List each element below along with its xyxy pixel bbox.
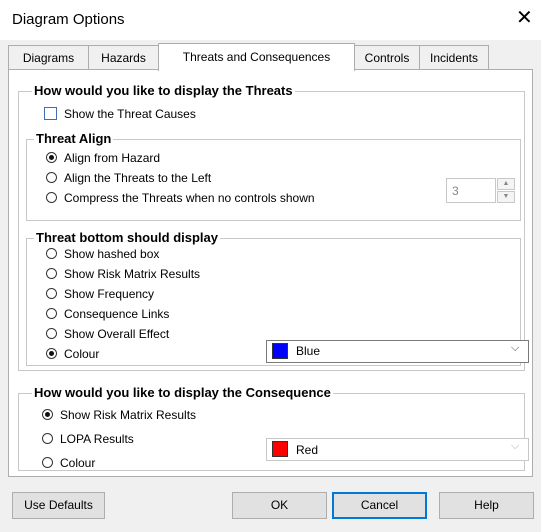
consequence-colour-label: Colour	[60, 456, 96, 470]
threat-colour-value: Blue	[296, 344, 321, 358]
blue-swatch	[272, 343, 288, 359]
show-threat-causes-checkbox[interactable]	[44, 107, 57, 120]
show-frequency-label: Show Frequency	[64, 287, 155, 301]
show-risk-matrix-results-label: Show Risk Matrix Results	[64, 267, 201, 281]
tab-diagrams[interactable]: Diagrams	[8, 45, 89, 70]
show-overall-effect-label: Show Overall Effect	[64, 327, 170, 341]
align-from-hazard-label: Align from Hazard	[64, 151, 161, 165]
threat-colour-radio[interactable]	[46, 348, 57, 359]
consequence-group-title: How would you like to display the Conseq…	[32, 385, 333, 400]
tab-threats-and-consequences[interactable]: Threats and Consequences	[158, 43, 355, 71]
compress-spin-input[interactable]: 3	[446, 178, 496, 203]
chevron-down-icon[interactable]: ⌵	[511, 440, 519, 453]
ok-button[interactable]: OK	[232, 492, 327, 519]
threat-colour-label: Colour	[64, 347, 100, 361]
spin-down-icon[interactable]: ▼	[497, 191, 515, 203]
help-button[interactable]: Help	[439, 492, 534, 519]
spin-up-icon[interactable]: ▲	[497, 178, 515, 190]
align-threats-left-radio[interactable]	[46, 172, 57, 183]
tab-incidents[interactable]: Incidents	[419, 45, 489, 70]
show-frequency-radio[interactable]	[46, 288, 57, 299]
threat-align-title: Threat Align	[34, 131, 114, 146]
red-swatch	[272, 441, 288, 457]
show-threat-causes-label: Show the Threat Causes	[64, 107, 196, 121]
use-defaults-button[interactable]: Use Defaults	[12, 492, 105, 519]
show-hashed-box-radio[interactable]	[46, 248, 57, 259]
consequence-colour-radio[interactable]	[42, 457, 53, 468]
chevron-down-icon[interactable]: ⌵	[511, 342, 519, 355]
consequence-colour-value: Red	[296, 443, 319, 457]
tab-strip: Diagrams Hazards Threats and Consequence…	[8, 43, 533, 71]
align-threats-left-label: Align the Threats to the Left	[64, 171, 212, 185]
tab-hazards[interactable]: Hazards	[88, 45, 159, 70]
show-hashed-box-label: Show hashed box	[64, 247, 160, 261]
threat-bottom-title: Threat bottom should display	[34, 230, 221, 245]
window-title: Diagram Options	[12, 11, 125, 28]
compress-threats-label: Compress the Threats when no controls sh…	[64, 191, 315, 205]
consequence-links-label: Consequence Links	[64, 307, 170, 321]
close-icon[interactable]: ✕	[516, 8, 533, 28]
cancel-button[interactable]: Cancel	[332, 492, 427, 519]
show-overall-effect-radio[interactable]	[46, 328, 57, 339]
consequence-risk-matrix-label: Show Risk Matrix Results	[60, 408, 197, 422]
compress-threats-radio[interactable]	[46, 192, 57, 203]
align-from-hazard-radio[interactable]	[46, 152, 57, 163]
threats-group-title: How would you like to display the Threat…	[32, 83, 295, 98]
consequence-links-radio[interactable]	[46, 308, 57, 319]
lopa-results-label: LOPA Results	[60, 432, 134, 446]
consequence-risk-matrix-radio[interactable]	[42, 409, 53, 420]
tab-controls[interactable]: Controls	[354, 45, 420, 70]
lopa-results-radio[interactable]	[42, 433, 53, 444]
show-risk-matrix-results-radio[interactable]	[46, 268, 57, 279]
